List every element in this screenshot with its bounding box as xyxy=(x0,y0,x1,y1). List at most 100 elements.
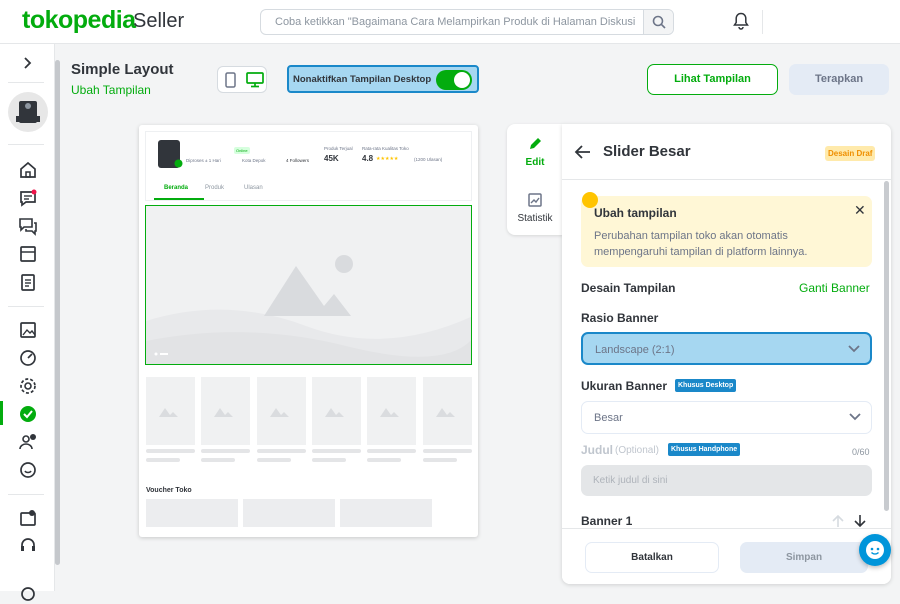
preview-voucher-title: Voucher Toko xyxy=(146,487,192,494)
panel-title: Slider Besar xyxy=(603,143,691,160)
gear-icon[interactable] xyxy=(18,376,38,396)
rating-count: (1200 Ulasan) xyxy=(414,157,443,162)
verified-badge-icon xyxy=(174,159,183,168)
tab-edit[interactable]: Edit xyxy=(507,124,563,178)
panel-header: Slider Besar Desain Draf xyxy=(562,124,891,180)
image-placeholder-icon xyxy=(146,255,471,364)
tokopedia-logo[interactable]: tokopedia xyxy=(22,6,136,35)
product-image-icon[interactable] xyxy=(18,320,38,340)
size-label: Ukuran Banner xyxy=(581,379,668,393)
support-icon[interactable] xyxy=(18,460,38,480)
tab-statistics[interactable]: Statistik xyxy=(507,180,563,234)
toggle-knob xyxy=(454,72,470,88)
header-separator xyxy=(762,10,763,34)
arrow-left-icon[interactable] xyxy=(574,143,592,161)
bell-icon[interactable] xyxy=(733,12,749,30)
device-toggle xyxy=(217,66,267,93)
customer-service-icon[interactable] xyxy=(18,536,38,556)
editor-panel: Slider Besar Desain Draf Ubah tampilan P… xyxy=(562,124,891,584)
heading-input-placeholder: Ketik judul di sini xyxy=(593,475,668,486)
mobile-view-button[interactable] xyxy=(218,67,242,92)
panel-body[interactable]: Ubah tampilan Perubahan tampilan toko ak… xyxy=(562,181,891,527)
search-input[interactable]: Coba ketikkan "Bagaimana Cara Melampirka… xyxy=(275,16,635,28)
phone-only-badge: Khusus Handphone xyxy=(668,443,741,456)
preview-tab-indicator xyxy=(154,198,204,200)
change-view-link[interactable]: Ubah Tampilan xyxy=(71,83,151,97)
page-title: Simple Layout xyxy=(71,61,174,78)
size-select-value: Besar xyxy=(594,412,623,424)
home-icon[interactable] xyxy=(18,160,38,180)
sidebar-divider xyxy=(8,82,44,83)
sold-label: Produk Terjual xyxy=(324,146,353,151)
notice-text: Perubahan tampilan toko akan otomatis me… xyxy=(594,230,808,258)
change-banner-link[interactable]: Ganti Banner xyxy=(799,281,870,295)
close-icon[interactable]: ✕ xyxy=(854,202,866,219)
optional-label: (Optional) xyxy=(615,445,659,456)
preview-voucher-card xyxy=(340,499,432,527)
preview-placeholder-line xyxy=(312,449,361,453)
statistics-icon[interactable] xyxy=(18,348,38,368)
notice-title: Ubah tampilan xyxy=(594,206,677,220)
rating-value: 4.8 xyxy=(362,154,374,163)
settings-icon[interactable] xyxy=(18,584,38,604)
desktop-view-button[interactable] xyxy=(243,67,267,92)
search-field[interactable]: Coba ketikkan "Bagaimana Cara Melampirka… xyxy=(260,9,674,35)
preview-placeholder-line xyxy=(312,458,346,462)
toggle-switch[interactable] xyxy=(436,70,472,90)
panel-footer: Batalkan Simpan xyxy=(562,528,891,584)
heading-counter: 0/60 xyxy=(852,447,870,457)
preview-voucher-card xyxy=(146,499,238,527)
followers-count: 4 Followers xyxy=(286,158,310,163)
preview-placeholder-line xyxy=(257,449,306,453)
discussion-icon[interactable] xyxy=(18,216,38,236)
reorder-arrows xyxy=(832,514,866,527)
sold-value: 45K xyxy=(324,154,339,163)
size-select[interactable]: Besar xyxy=(581,401,872,434)
sidebar-scrollbar[interactable] xyxy=(55,60,60,565)
top-bar: tokopedia Seller Coba ketikkan "Bagaiman… xyxy=(0,0,900,44)
preview-placeholder-line xyxy=(146,449,195,453)
user-chat-icon[interactable] xyxy=(18,432,38,452)
chat-assistant-button[interactable] xyxy=(859,534,891,566)
shop-location: Kota Depok xyxy=(242,158,266,163)
panel-scrollbar[interactable] xyxy=(884,181,889,511)
draft-badge: Desain Draf xyxy=(825,146,876,161)
ratio-select[interactable]: Landscape (2:1) xyxy=(581,332,872,365)
ratio-label: Rasio Banner xyxy=(581,311,659,325)
chat-icon[interactable] xyxy=(18,188,38,208)
desktop-only-badge: Khusus Desktop xyxy=(675,379,737,392)
arrow-up-icon[interactable] xyxy=(832,514,844,527)
verified-badge-icon[interactable] xyxy=(18,404,38,424)
rating-label: Rata-rata Kualitas Toko xyxy=(362,146,409,151)
preview-placeholder-line xyxy=(201,458,235,462)
save-button[interactable]: Simpan xyxy=(740,542,868,573)
order-list-icon[interactable] xyxy=(18,272,38,292)
disable-desktop-toggle[interactable]: Nonaktifkan Tampilan Desktop xyxy=(287,65,479,93)
shop-avatar-image xyxy=(16,101,40,123)
smiley-icon xyxy=(866,541,884,559)
preview-placeholder-line xyxy=(367,449,416,453)
sidebar-divider xyxy=(8,306,44,307)
sidebar xyxy=(0,44,55,601)
preview-banner-slot[interactable] xyxy=(145,205,472,365)
apply-button[interactable]: Terapkan xyxy=(789,64,889,95)
chevron-right-icon[interactable] xyxy=(18,54,36,72)
rating-stars: ★★★★★ xyxy=(376,156,399,162)
store-decoration-icon[interactable] xyxy=(18,508,38,528)
ratio-select-value: Landscape (2:1) xyxy=(595,344,675,356)
arrow-down-icon[interactable] xyxy=(854,515,866,527)
heading-label: Judul xyxy=(581,443,613,457)
view-preview-button[interactable]: Lihat Tampilan xyxy=(647,64,778,95)
search-button[interactable] xyxy=(643,10,673,34)
avatar[interactable] xyxy=(8,92,48,132)
chevron-down-icon xyxy=(848,345,860,353)
cancel-button[interactable]: Batalkan xyxy=(585,542,719,573)
tab-statistics-label: Statistik xyxy=(517,213,553,224)
store-icon[interactable] xyxy=(18,244,38,264)
disable-desktop-label: Nonaktifkan Tampilan Desktop xyxy=(293,74,432,85)
sidebar-active-indicator xyxy=(0,401,3,425)
product-image-placeholders xyxy=(159,408,455,417)
banner-1-label: Banner 1 xyxy=(581,514,633,527)
heading-input: Ketik judul di sini xyxy=(581,465,872,496)
preview-shop-header: Online Diproses ± 1 Hari Kota Depok 4 Fo… xyxy=(145,131,472,201)
